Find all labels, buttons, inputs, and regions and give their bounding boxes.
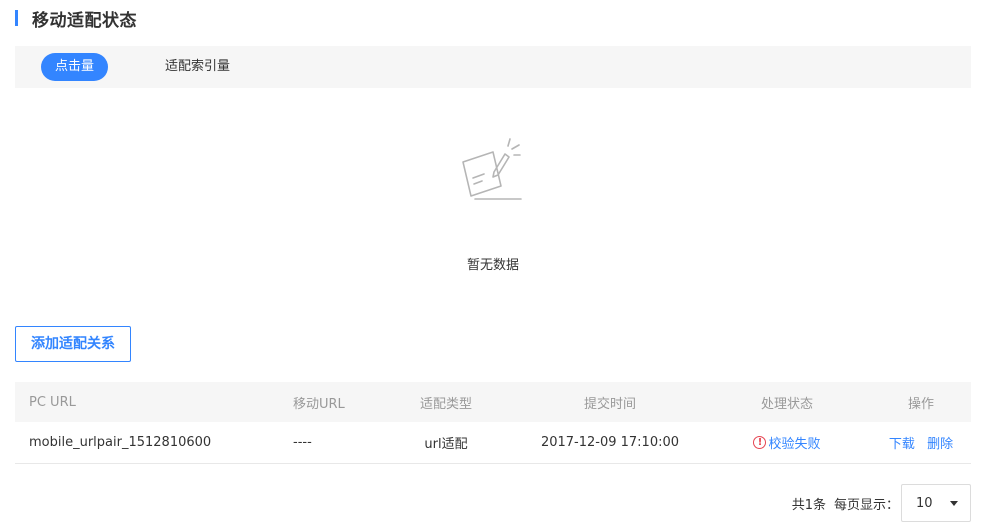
table-row: mobile_urlpair_1512810600 ---- url适配 201… <box>15 422 971 464</box>
status-text: 校验失败 <box>768 437 821 452</box>
section-title: 移动适配状态 <box>15 6 137 31</box>
total-count: 共1条 <box>791 497 826 513</box>
header-actions: 操作 <box>907 396 934 412</box>
cell-pc-url: mobile_urlpair_1512810600 <box>29 435 212 450</box>
header-status: 处理状态 <box>760 396 813 412</box>
page-size-select[interactable]: 10 <box>901 484 971 522</box>
header-pc-url: PC URL <box>29 394 76 410</box>
delete-link[interactable]: 删除 <box>927 437 953 452</box>
cell-mobile-url: ---- <box>293 435 312 450</box>
header-adapt-type: 适配类型 <box>419 396 472 412</box>
tab-clicks[interactable]: 点击量 <box>41 53 109 81</box>
tab-adapted-index[interactable]: 适配索引量 <box>151 53 244 81</box>
page-size-value: 10 <box>916 495 933 511</box>
per-page-label: 每页显示： <box>833 497 899 513</box>
download-link[interactable]: 下载 <box>889 437 915 452</box>
empty-state: 暂无数据 <box>15 88 971 298</box>
warning-circle-icon: ! <box>753 436 767 449</box>
chevron-down-icon <box>950 500 958 506</box>
empty-text: 暂无数据 <box>466 258 519 273</box>
cell-adapt-type: url适配 <box>424 437 468 452</box>
page-title: 移动适配状态 <box>32 10 137 31</box>
table-header: PC URL 移动URL 适配类型 提交时间 处理状态 操作 <box>15 382 971 422</box>
add-adaptation-button[interactable]: 添加适配关系 <box>15 326 131 362</box>
title-accent-bar <box>15 10 18 26</box>
cell-actions: 下载 删除 <box>871 433 971 452</box>
header-submit-time: 提交时间 <box>583 396 636 412</box>
cell-submit-time: 2017-12-09 17:10:00 <box>540 435 680 450</box>
tabs-bar: 点击量 适配索引量 <box>15 46 971 88</box>
cell-status: ! 校验失败 <box>703 433 871 452</box>
status-link[interactable]: ! 校验失败 <box>753 433 821 452</box>
adaptation-table: PC URL 移动URL 适配类型 提交时间 处理状态 操作 mobile_ur… <box>15 382 971 464</box>
empty-document-icon <box>462 138 522 200</box>
header-mobile-url: 移动URL <box>293 396 345 412</box>
pagination: 共1条 每页显示： 10 <box>792 484 971 522</box>
